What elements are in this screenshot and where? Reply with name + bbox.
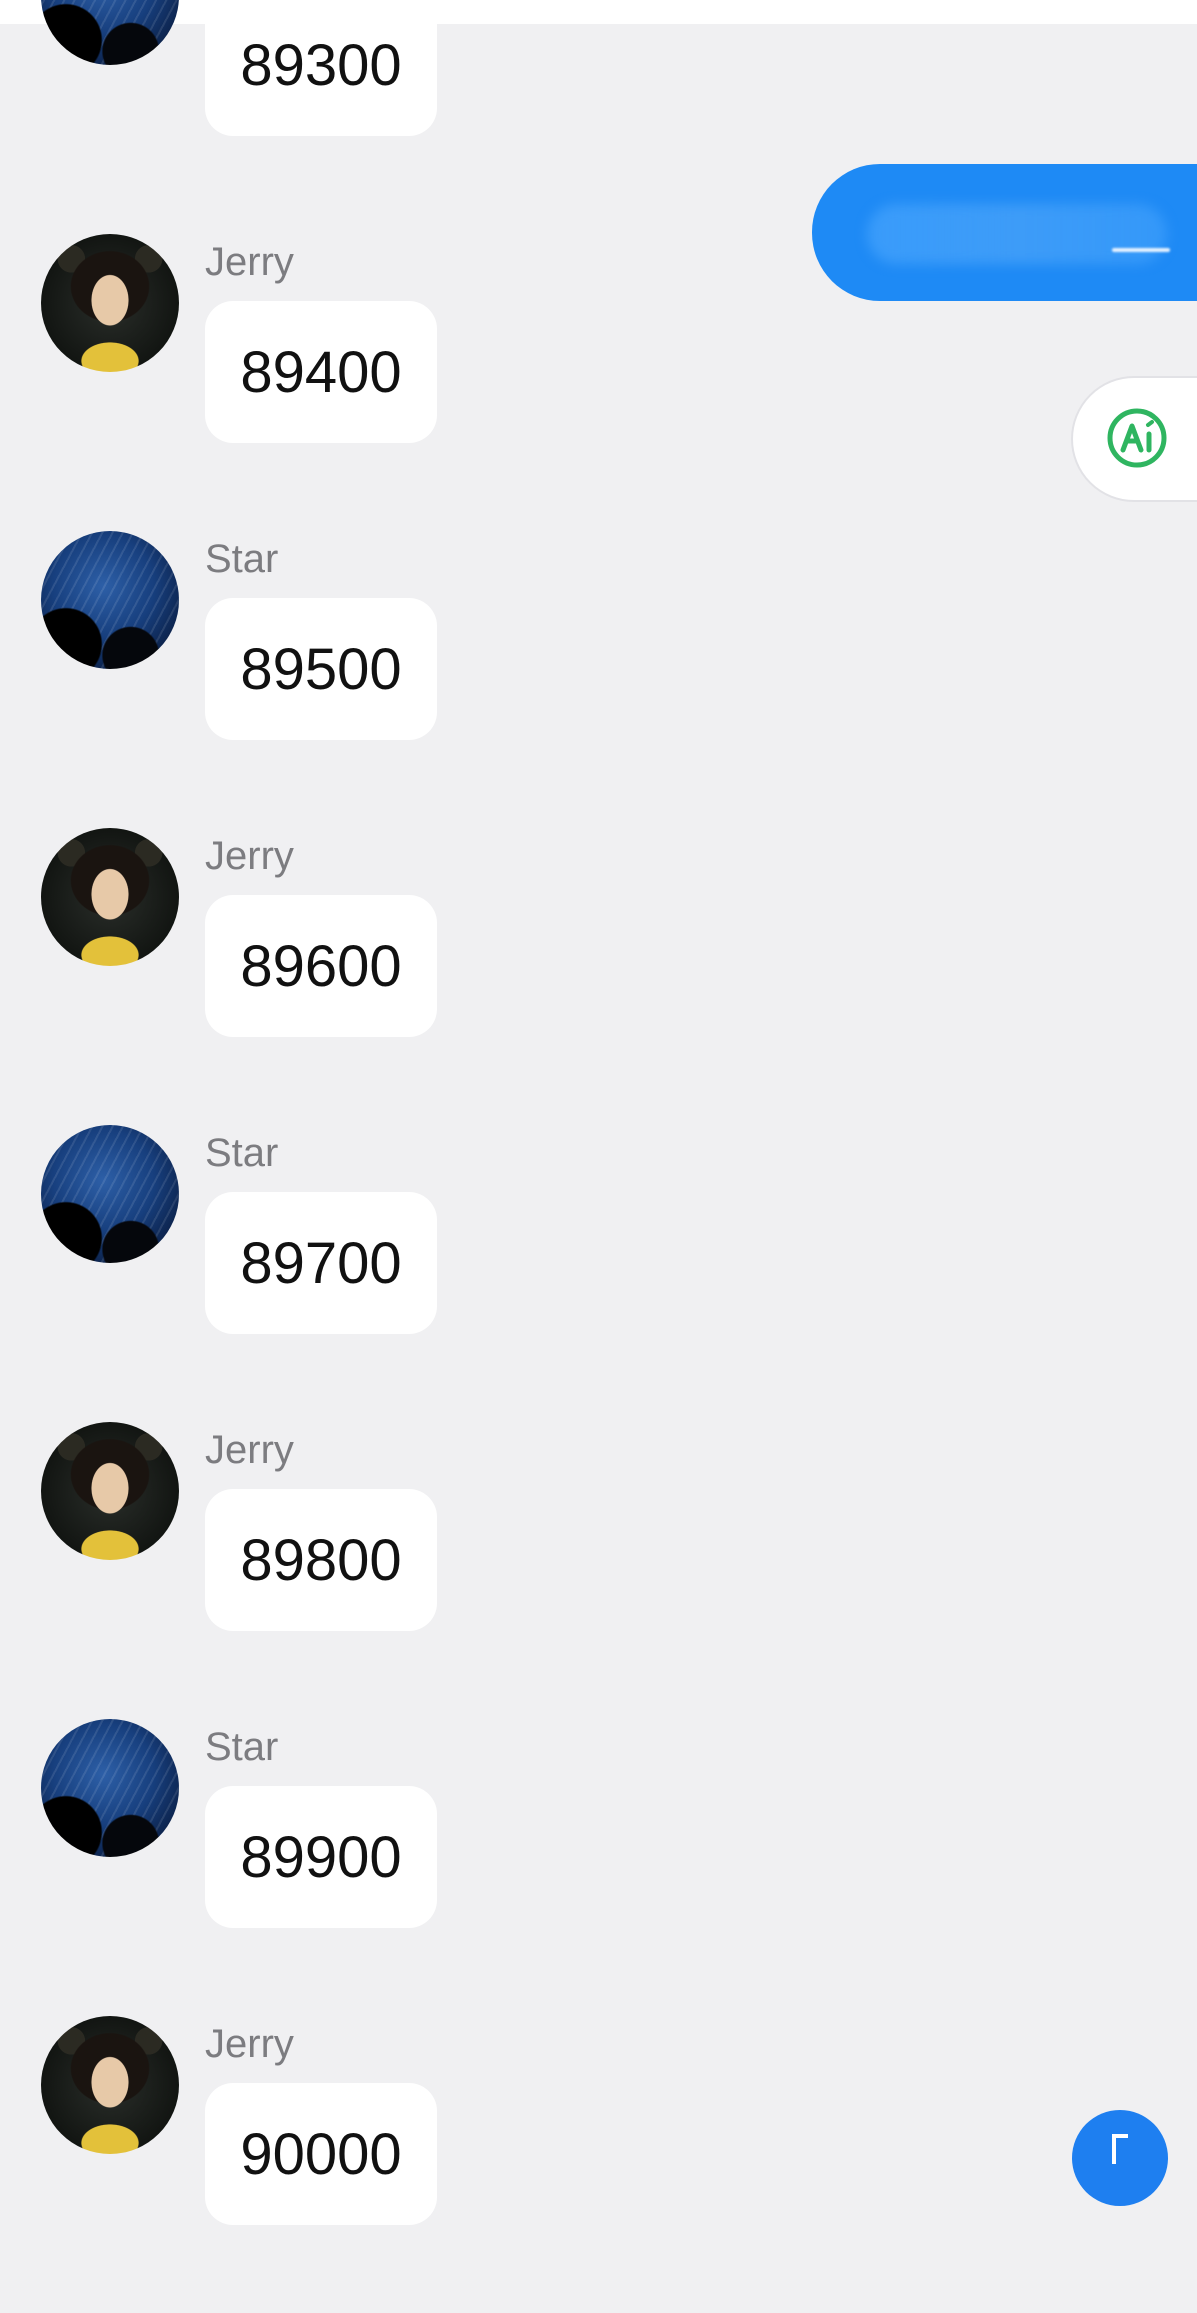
avatar-star[interactable] — [41, 0, 179, 65]
sender-name: Jerry — [205, 834, 294, 878]
sender-name: Star — [205, 1725, 279, 1769]
message-bubble[interactable]: 89500 — [205, 598, 437, 740]
ai-assistant-button[interactable] — [1071, 376, 1197, 502]
avatar-star[interactable] — [41, 1719, 179, 1857]
message-row: Jerry 89400 — [0, 234, 700, 531]
sender-name: Jerry — [205, 2022, 294, 2066]
outgoing-message-bubble[interactable] — [812, 164, 1197, 301]
message-row: Star 89500 — [0, 531, 700, 828]
avatar-jerry[interactable] — [41, 1422, 179, 1560]
message-bubble[interactable]: 89700 — [205, 1192, 437, 1334]
message-row: Star 89900 — [0, 1719, 700, 2016]
sender-name: Star — [205, 537, 279, 581]
message-row: Jerry 89800 — [0, 1422, 700, 1719]
bracket-icon — [1112, 2134, 1128, 2164]
message-row: Star 89700 — [0, 1125, 700, 1422]
ai-icon — [1107, 408, 1167, 468]
message-bubble[interactable]: 89800 — [205, 1489, 437, 1631]
avatar-star[interactable] — [41, 1125, 179, 1263]
blurred-message-underline — [1112, 248, 1170, 252]
sender-name: Jerry — [205, 1428, 294, 1472]
message-row: Jerry 90000 — [0, 2016, 700, 2313]
message-bubble[interactable]: 89400 — [205, 301, 437, 443]
avatar-jerry[interactable] — [41, 2016, 179, 2154]
message-row: Jerry 89600 — [0, 828, 700, 1125]
message-bubble[interactable]: 89900 — [205, 1786, 437, 1928]
message-bubble[interactable]: 90000 — [205, 2083, 437, 2225]
message-bubble[interactable]: 89600 — [205, 895, 437, 1037]
sender-name: Star — [205, 1131, 279, 1175]
message-bubble[interactable]: 89300 — [205, 0, 437, 136]
avatar-star[interactable] — [41, 531, 179, 669]
floating-action-button[interactable] — [1072, 2110, 1168, 2206]
avatar-jerry[interactable] — [41, 234, 179, 372]
avatar-jerry[interactable] — [41, 828, 179, 966]
message-row: 89300 — [0, 0, 700, 224]
sender-name: Jerry — [205, 240, 294, 284]
blurred-message-text — [867, 204, 1167, 264]
